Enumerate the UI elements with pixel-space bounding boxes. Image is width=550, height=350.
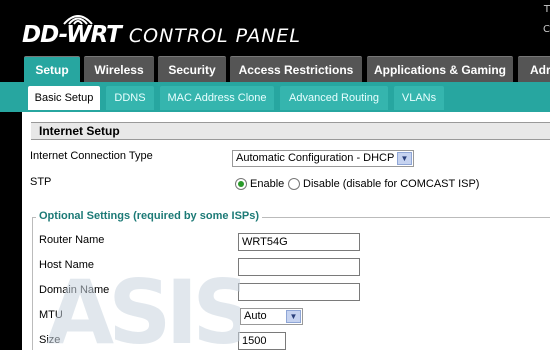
domain-name-input[interactable] <box>238 283 360 301</box>
tab-setup[interactable]: Setup <box>24 56 80 82</box>
size-input[interactable]: 1500 <box>238 332 286 350</box>
mtu-select[interactable]: Auto ▼ <box>240 308 303 325</box>
subtab-basic-setup[interactable]: Basic Setup <box>28 86 100 110</box>
optional-settings-legend: Optional Settings (required by some ISPs… <box>36 210 263 222</box>
connection-type-value: Automatic Configuration - DHCP <box>236 152 395 164</box>
subtab-vlans[interactable]: VLANs <box>394 86 444 110</box>
chevron-down-icon: ▼ <box>397 152 412 165</box>
tab-applications-gaming[interactable]: Applications & Gaming <box>367 56 513 82</box>
stp-enable-label: Enable <box>250 178 285 190</box>
router-name-label: Router Name <box>39 234 105 246</box>
host-name-label: Host Name <box>39 259 95 271</box>
subtab-advanced-routing[interactable]: Advanced Routing <box>280 86 388 110</box>
corner-text-mid: C <box>543 24 550 35</box>
stp-disable-radio[interactable] <box>288 178 300 190</box>
subtab-mac-address-clone[interactable]: MAC Address Clone <box>160 86 274 110</box>
mtu-value: Auto <box>244 310 267 322</box>
tab-administration[interactable]: Adr <box>518 56 550 82</box>
stp-enable-radio[interactable] <box>235 178 247 190</box>
content-panel: Internet Setup Internet Connection Type … <box>22 112 550 350</box>
size-label: Size <box>39 334 61 346</box>
stp-label: STP <box>30 176 52 188</box>
tab-security[interactable]: Security <box>158 56 226 82</box>
connection-type-select[interactable]: Automatic Configuration - DHCP ▼ <box>232 150 414 167</box>
logo: DD-WRT CONTROL PANEL <box>22 22 301 48</box>
header: DD-WRT CONTROL PANEL T C <box>0 0 550 56</box>
corner-text-top: T <box>543 4 550 15</box>
router-name-input[interactable]: WRT54G <box>238 233 360 251</box>
host-name-input[interactable] <box>238 258 360 276</box>
domain-name-label: Domain Name <box>39 284 110 296</box>
page-title: CONTROL PANEL <box>128 25 301 47</box>
tab-access-restrictions[interactable]: Access Restrictions <box>230 56 362 82</box>
chevron-down-icon: ▼ <box>286 310 301 323</box>
subtab-ddns[interactable]: DDNS <box>106 86 154 110</box>
mtu-label: MTU <box>39 309 63 321</box>
tab-wireless[interactable]: Wireless <box>84 56 154 82</box>
brand-name: DD-WRT <box>22 22 122 48</box>
section-heading-internet-setup: Internet Setup <box>31 122 550 140</box>
main-tabs: Setup Wireless Security Access Restricti… <box>0 56 550 82</box>
connection-type-label: Internet Connection Type <box>30 150 153 162</box>
sub-tabs: Basic Setup DDNS MAC Address Clone Advan… <box>0 82 550 112</box>
stp-disable-label: Disable (disable for COMCAST ISP) <box>303 178 480 190</box>
